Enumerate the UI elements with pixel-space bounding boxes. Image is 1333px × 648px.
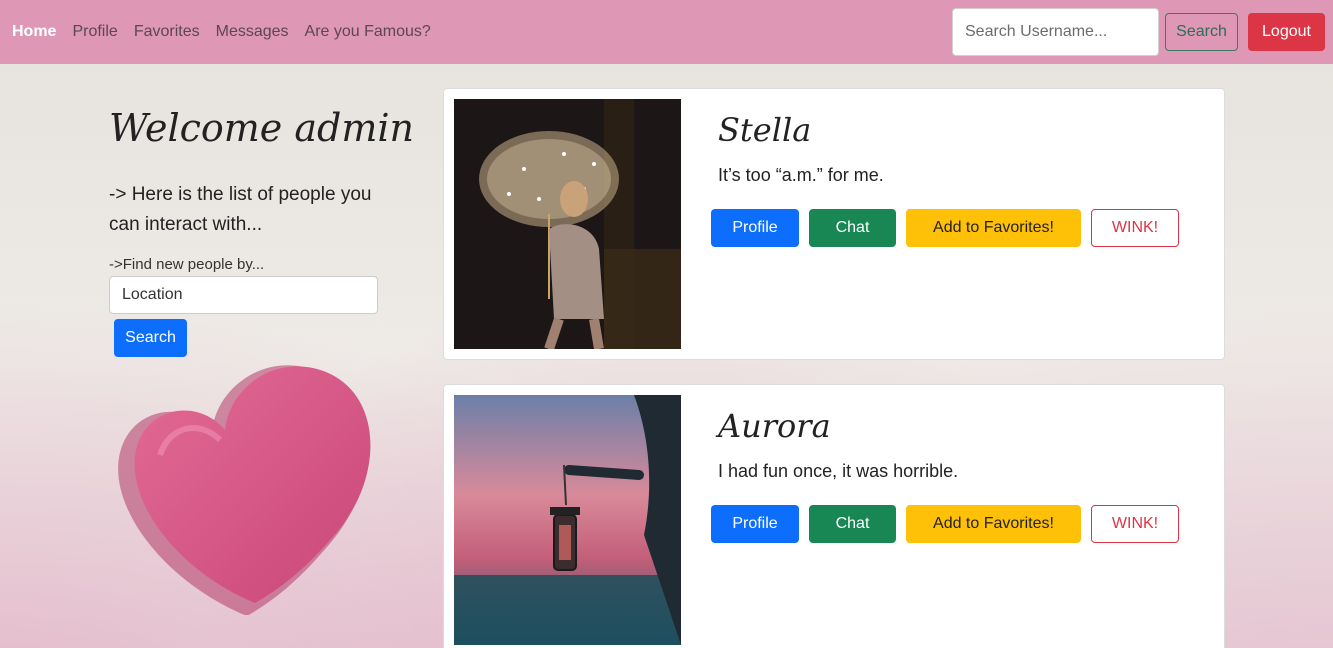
profile-photo [454, 99, 681, 349]
add-to-favorites-button[interactable]: Add to Favorites! [906, 505, 1081, 543]
card-actions: Profile Chat Add to Favorites! WINK! [711, 209, 1189, 247]
welcome-heading: Welcome admin [109, 106, 415, 150]
nav-item-favorites[interactable]: Favorites [134, 23, 200, 41]
profile-card: Stella It’s too “a.m.” for me. Profile C… [443, 88, 1225, 360]
chat-button[interactable]: Chat [809, 209, 896, 247]
card-actions: Profile Chat Add to Favorites! WINK! [711, 505, 1189, 543]
nav-item-home[interactable]: Home [12, 23, 56, 41]
nav-item-are-you-famous[interactable]: Are you Famous? [305, 23, 431, 41]
profile-name: Aurora [718, 407, 831, 445]
nav-item-profile[interactable]: Profile [72, 23, 117, 41]
profile-bio: It’s too “a.m.” for me. [718, 165, 884, 185]
profile-photo [454, 395, 681, 645]
intro-text: -> Here is the list of people you can in… [109, 184, 372, 235]
profile-button[interactable]: Profile [711, 209, 799, 247]
profile-name: Stella [718, 111, 812, 149]
nav-links: Home Profile Favorites Messages Are you … [12, 23, 447, 41]
add-to-favorites-button[interactable]: Add to Favorites! [906, 209, 1081, 247]
username-search-input[interactable] [952, 8, 1159, 56]
navbar: Home Profile Favorites Messages Are you … [0, 0, 1333, 64]
chat-button[interactable]: Chat [809, 505, 896, 543]
heart-illustration [118, 365, 371, 615]
location-input[interactable] [109, 276, 378, 314]
find-people-label: ->Find new people by... [109, 256, 265, 273]
wink-button[interactable]: WINK! [1091, 209, 1179, 247]
profile-bio: I had fun once, it was horrible. [718, 461, 959, 481]
nav-right: Search Logout [952, 8, 1325, 56]
logout-button[interactable]: Logout [1248, 13, 1325, 51]
wink-button[interactable]: WINK! [1091, 505, 1179, 543]
nav-search-button[interactable]: Search [1165, 13, 1238, 51]
nav-item-messages[interactable]: Messages [216, 23, 289, 41]
profile-button[interactable]: Profile [711, 505, 799, 543]
profile-card: Aurora I had fun once, it was horrible. … [443, 384, 1225, 648]
